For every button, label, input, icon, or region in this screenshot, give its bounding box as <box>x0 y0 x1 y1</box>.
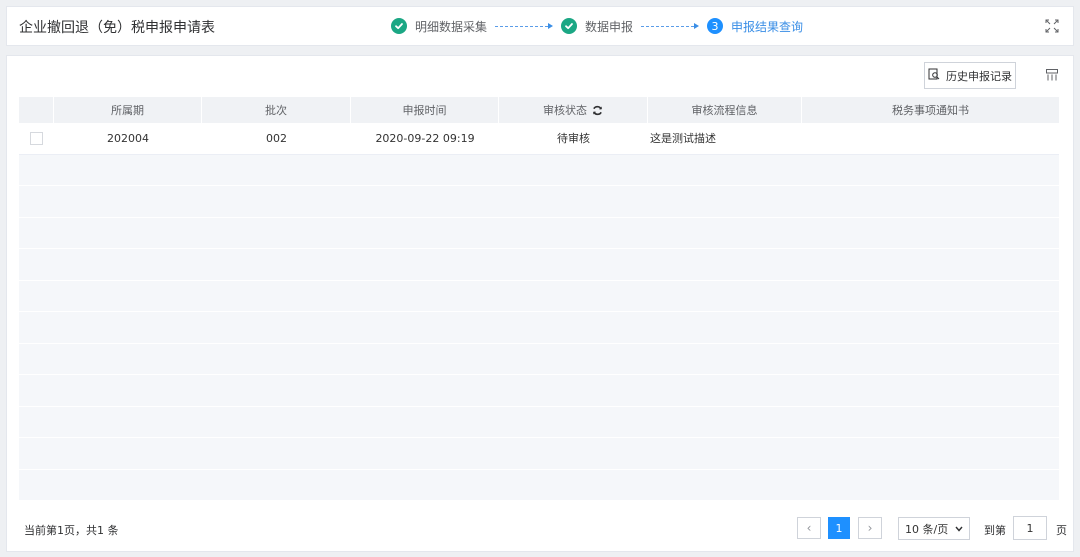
fullscreen-icon[interactable] <box>1045 19 1059 33</box>
row-checkbox-cell <box>19 123 54 154</box>
step-3[interactable]: 3 申报结果查询 <box>707 18 803 35</box>
cell-status: 待审核 <box>557 132 590 146</box>
goto-page-input[interactable]: 1 <box>1013 516 1047 540</box>
history-records-label: 历史申报记录 <box>946 69 1012 83</box>
step-1[interactable]: 明细数据采集 <box>391 18 487 35</box>
step-2[interactable]: 数据申报 <box>561 18 633 35</box>
empty-row <box>19 154 1059 186</box>
header-select <box>19 97 54 123</box>
empty-row <box>19 186 1059 218</box>
empty-row <box>19 343 1059 375</box>
header-status-label: 审核状态 <box>543 104 587 117</box>
cell-period: 202004 <box>107 131 149 145</box>
chevron-right-icon: › <box>867 521 873 535</box>
empty-row <box>19 280 1059 312</box>
empty-row <box>19 217 1059 249</box>
empty-row <box>19 406 1059 438</box>
empty-row <box>19 312 1059 344</box>
step-connector <box>641 23 700 29</box>
page-size-value: 10 条/页 <box>905 522 949 536</box>
cell-flow: 这是测试描述 <box>650 132 716 146</box>
header-status: 审核状态 <box>499 97 648 123</box>
header-time: 申报时间 <box>351 97 499 123</box>
step-connector <box>495 23 554 29</box>
declaration-table: 所属期 批次 申报时间 审核状态 审核流程信息 税务事项通知书 202004 0… <box>19 97 1059 501</box>
cell-notice <box>802 123 1059 154</box>
empty-row <box>19 249 1059 281</box>
cell-batch: 002 <box>266 131 287 145</box>
header-flow: 审核流程信息 <box>648 97 802 123</box>
chevron-down-icon <box>955 522 963 535</box>
check-circle-icon <box>391 18 407 34</box>
empty-row <box>19 469 1059 501</box>
table-row[interactable]: 202004 002 2020-09-22 09:19 待审核 这是测试描述 <box>19 123 1059 155</box>
goto-label: 到第 <box>984 524 1006 537</box>
step-3-number: 3 <box>707 18 724 34</box>
step-2-label: 数据申报 <box>585 19 634 34</box>
header-period: 所属期 <box>54 97 202 123</box>
chevron-left-icon: ‹ <box>806 521 812 535</box>
page-size-select[interactable]: 10 条/页 <box>898 517 970 540</box>
empty-row <box>19 438 1059 470</box>
row-checkbox[interactable] <box>30 131 43 145</box>
cell-time: 2020-09-22 09:19 <box>375 131 475 145</box>
prev-page-button[interactable]: ‹ <box>797 517 821 539</box>
page-title: 企业撤回退（免）税申报申请表 <box>19 20 215 36</box>
step-3-label: 申报结果查询 <box>731 19 804 34</box>
header-batch: 批次 <box>202 97 351 123</box>
check-circle-icon <box>561 18 578 34</box>
header-notice: 税务事项通知书 <box>892 104 969 117</box>
step-progress: 明细数据采集 数据申报 3 申报结果查询 <box>391 7 803 45</box>
refresh-icon[interactable] <box>592 105 603 116</box>
page-summary: 当前第1页，共1 条 <box>24 524 119 537</box>
page-number-current[interactable]: 1 <box>828 517 850 539</box>
goto-suffix: 页 <box>1056 524 1067 537</box>
header-bar: 企业撤回退（免）税申报申请表 明细数据采集 数据申报 3 申报结果查询 <box>6 6 1074 46</box>
history-records-button[interactable]: 历史申报记录 <box>924 62 1016 89</box>
table-header: 所属期 批次 申报时间 审核状态 审核流程信息 税务事项通知书 <box>19 97 1059 123</box>
step-1-label: 明细数据采集 <box>415 19 488 34</box>
next-page-button[interactable]: › <box>858 517 882 539</box>
search-document-icon <box>928 68 940 83</box>
empty-row <box>19 375 1059 407</box>
column-settings-icon[interactable] <box>1046 69 1058 81</box>
results-panel: 历史申报记录 所属期 批次 申报时间 审核状态 审核流程信息 税务事项通知书 2… <box>6 55 1074 552</box>
